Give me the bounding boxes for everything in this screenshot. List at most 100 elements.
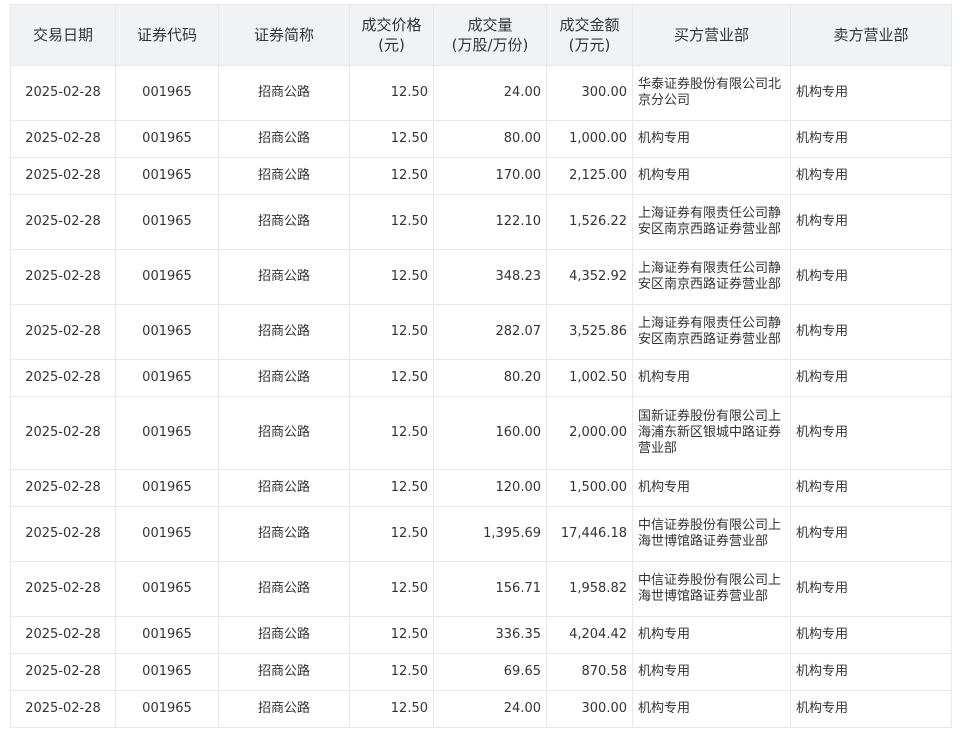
- column-header-amount: 成交金额 (万元): [546, 4, 633, 66]
- column-header-security-name: 证券简称: [218, 4, 350, 66]
- column-header-seller-branch: 卖方营业部: [790, 4, 952, 66]
- cell-price: 12.50: [349, 690, 434, 728]
- cell-price: 12.50: [349, 194, 434, 250]
- cell-security-code: 001965: [115, 396, 219, 470]
- cell-price: 12.50: [349, 616, 434, 654]
- cell-buyer-branch: 机构专用: [632, 120, 791, 158]
- cell-price: 12.50: [349, 120, 434, 158]
- cell-seller-branch: 机构专用: [790, 506, 952, 562]
- cell-buyer-branch: 上海证券有限责任公司静安区南京西路证券营业部: [632, 304, 791, 360]
- cell-seller-branch: 机构专用: [790, 157, 952, 195]
- cell-trade-date: 2025-02-28: [10, 616, 116, 654]
- cell-price: 12.50: [349, 506, 434, 562]
- cell-security-code: 001965: [115, 690, 219, 728]
- cell-buyer-branch: 机构专用: [632, 469, 791, 507]
- cell-trade-date: 2025-02-28: [10, 359, 116, 397]
- cell-amount: 2,000.00: [546, 396, 633, 470]
- cell-volume: 24.00: [433, 65, 547, 121]
- cell-amount: 1,500.00: [546, 469, 633, 507]
- column-header-unit: (万股/万份): [451, 36, 529, 54]
- cell-security-name: 招商公路: [218, 653, 350, 691]
- cell-security-name: 招商公路: [218, 157, 350, 195]
- cell-buyer-branch: 国新证券股份有限公司上海浦东新区银城中路证券营业部: [632, 396, 791, 470]
- cell-price: 12.50: [349, 653, 434, 691]
- cell-seller-branch: 机构专用: [790, 690, 952, 728]
- cell-volume: 122.10: [433, 194, 547, 250]
- cell-trade-date: 2025-02-28: [10, 157, 116, 195]
- cell-trade-date: 2025-02-28: [10, 194, 116, 250]
- cell-trade-date: 2025-02-28: [10, 65, 116, 121]
- cell-security-name: 招商公路: [218, 469, 350, 507]
- cell-security-code: 001965: [115, 653, 219, 691]
- cell-trade-date: 2025-02-28: [10, 304, 116, 360]
- cell-trade-date: 2025-02-28: [10, 396, 116, 470]
- cell-volume: 80.20: [433, 359, 547, 397]
- table-row: 2025-02-28 001965 招商公路 12.50 282.07 3,525.86 上…: [10, 304, 952, 360]
- cell-security-code: 001965: [115, 616, 219, 654]
- column-header-buyer-branch: 买方营业部: [632, 4, 791, 66]
- cell-seller-branch: 机构专用: [790, 561, 952, 617]
- cell-amount: 1,000.00: [546, 120, 633, 158]
- cell-volume: 69.65: [433, 653, 547, 691]
- cell-volume: 1,395.69: [433, 506, 547, 562]
- cell-buyer-branch: 上海证券有限责任公司静安区南京西路证券营业部: [632, 194, 791, 250]
- cell-seller-branch: 机构专用: [790, 396, 952, 470]
- cell-buyer-branch: 机构专用: [632, 616, 791, 654]
- cell-price: 12.50: [349, 157, 434, 195]
- table-header-row: 交易日期 证券代码 证券简称 成交价格 (元) 成交量 (万股/万份) 成交金额 (万元) 买方营…: [10, 4, 952, 66]
- cell-volume: 336.35: [433, 616, 547, 654]
- cell-security-code: 001965: [115, 249, 219, 305]
- cell-security-code: 001965: [115, 469, 219, 507]
- cell-trade-date: 2025-02-28: [10, 561, 116, 617]
- table-row: 2025-02-28 001965 招商公路 12.50 24.00 300.00 华泰证券…: [10, 65, 952, 121]
- cell-buyer-branch: 机构专用: [632, 157, 791, 195]
- cell-amount: 3,525.86: [546, 304, 633, 360]
- cell-amount: 2,125.00: [546, 157, 633, 195]
- cell-security-name: 招商公路: [218, 616, 350, 654]
- cell-volume: 282.07: [433, 304, 547, 360]
- cell-buyer-branch: 华泰证券股份有限公司北京分公司: [632, 65, 791, 121]
- cell-volume: 24.00: [433, 690, 547, 728]
- cell-seller-branch: 机构专用: [790, 616, 952, 654]
- cell-security-name: 招商公路: [218, 396, 350, 470]
- column-header-security-code: 证券代码: [115, 4, 219, 66]
- cell-seller-branch: 机构专用: [790, 249, 952, 305]
- cell-trade-date: 2025-02-28: [10, 469, 116, 507]
- cell-trade-date: 2025-02-28: [10, 249, 116, 305]
- cell-seller-branch: 机构专用: [790, 120, 952, 158]
- cell-security-code: 001965: [115, 506, 219, 562]
- column-header-volume: 成交量 (万股/万份): [433, 4, 547, 66]
- cell-amount: 4,352.92: [546, 249, 633, 305]
- table-row: 2025-02-28 001965 招商公路 12.50 1,395.69 17,446.…: [10, 506, 952, 562]
- cell-amount: 4,204.42: [546, 616, 633, 654]
- table-row: 2025-02-28 001965 招商公路 12.50 122.10 1,526.22 上…: [10, 194, 952, 250]
- column-header-label: 成交价格: [361, 16, 422, 34]
- table-row: 2025-02-28 001965 招商公路 12.50 160.00 2,000.00 国…: [10, 396, 952, 470]
- cell-security-name: 招商公路: [218, 359, 350, 397]
- cell-amount: 300.00: [546, 690, 633, 728]
- table-row: 2025-02-28 001965 招商公路 12.50 336.35 4,204.42 机…: [10, 616, 952, 654]
- cell-security-code: 001965: [115, 194, 219, 250]
- cell-trade-date: 2025-02-28: [10, 506, 116, 562]
- cell-trade-date: 2025-02-28: [10, 690, 116, 728]
- table-row: 2025-02-28 001965 招商公路 12.50 120.00 1,500.00 机…: [10, 469, 952, 507]
- column-header-trade-date: 交易日期: [10, 4, 116, 66]
- cell-security-name: 招商公路: [218, 304, 350, 360]
- table-row: 2025-02-28 001965 招商公路 12.50 170.00 2,125.00 机…: [10, 157, 952, 195]
- cell-security-name: 招商公路: [218, 506, 350, 562]
- cell-buyer-branch: 机构专用: [632, 359, 791, 397]
- cell-trade-date: 2025-02-28: [10, 653, 116, 691]
- cell-security-code: 001965: [115, 120, 219, 158]
- column-header-label: 成交量: [467, 16, 513, 34]
- cell-security-code: 001965: [115, 65, 219, 121]
- cell-security-name: 招商公路: [218, 120, 350, 158]
- cell-volume: 348.23: [433, 249, 547, 305]
- column-header-label: 证券代码: [136, 26, 197, 44]
- cell-seller-branch: 机构专用: [790, 653, 952, 691]
- table-body: 2025-02-28 001965 招商公路 12.50 24.00 300.00 华泰证券…: [10, 65, 952, 728]
- table-row: 2025-02-28 001965 招商公路 12.50 80.20 1,002.50 机构…: [10, 359, 952, 397]
- cell-security-code: 001965: [115, 561, 219, 617]
- cell-buyer-branch: 机构专用: [632, 690, 791, 728]
- cell-volume: 120.00: [433, 469, 547, 507]
- cell-buyer-branch: 机构专用: [632, 653, 791, 691]
